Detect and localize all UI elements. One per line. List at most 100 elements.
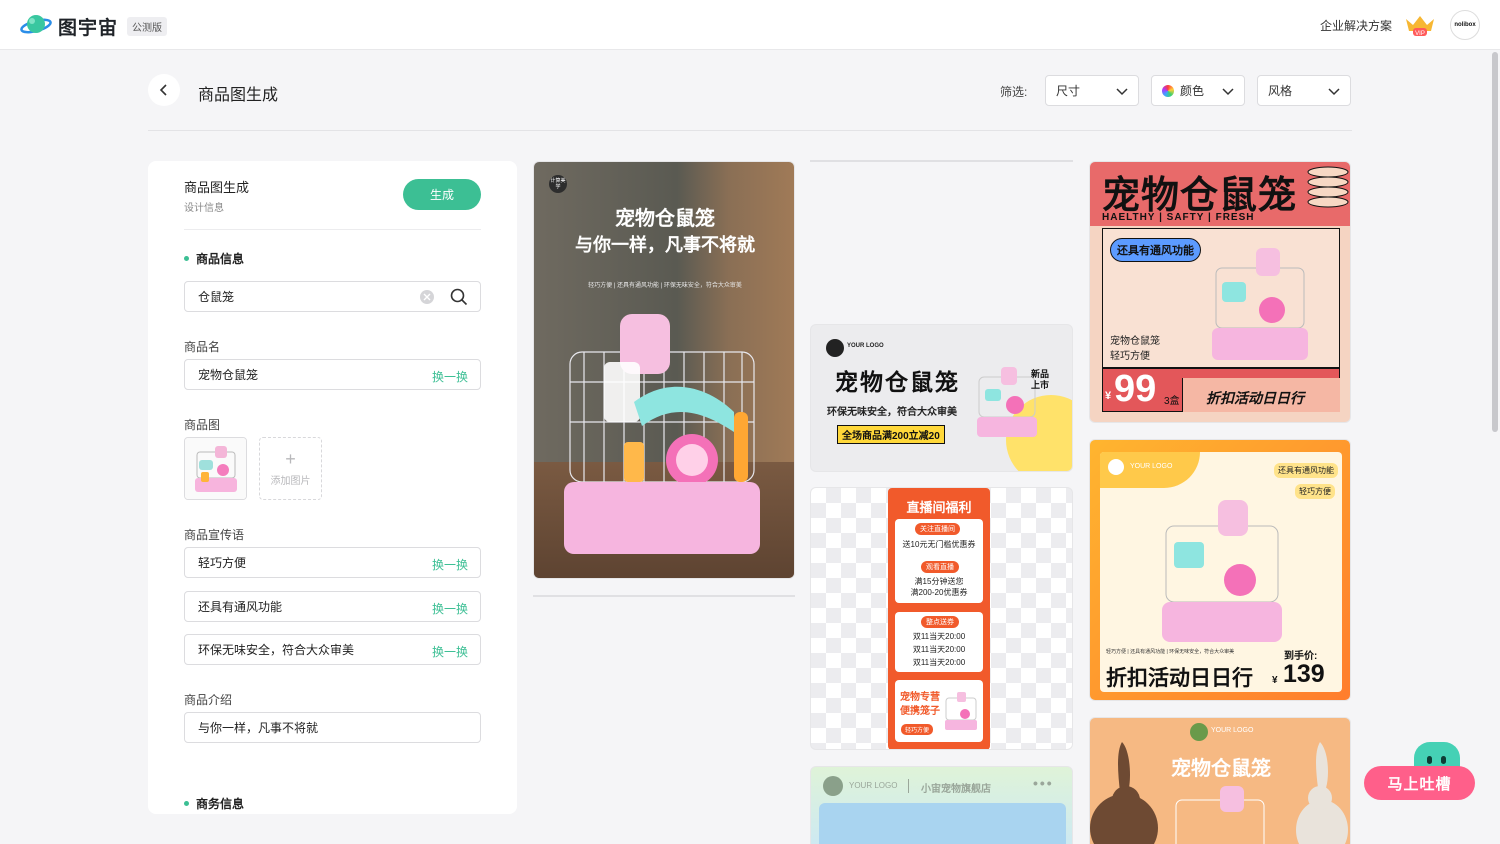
slogan-label: 商品宣传语	[184, 528, 245, 542]
slogan-value-2: 还具有通风功能	[198, 600, 283, 614]
card1-tagline: 轻巧方便 | 还具有通风功能 | 环保无味安全，符合大众审美	[588, 283, 742, 289]
product-search-input[interactable]: 仓鼠笼	[184, 281, 481, 312]
card3-tag1: 关注直播间	[915, 523, 960, 535]
chevron-down-icon	[1328, 88, 1340, 96]
enterprise-solutions-link[interactable]: 企业解决方案	[1320, 17, 1392, 34]
result-card-5[interactable]: 宠物仓鼠笼 HAELTHY | SAFTY | FRESH 还具有通风功能 宠物…	[1089, 161, 1351, 423]
size-filter-value: 尺寸	[1056, 84, 1081, 98]
card3-text2b: 满200-20优惠券	[910, 588, 968, 597]
beta-badge: 公测版	[127, 17, 167, 36]
style-filter-select[interactable]: 风格	[1257, 75, 1351, 106]
add-image-button[interactable]: + 添加图片	[259, 437, 322, 500]
card2-promo: 全场商品满200立减20	[837, 425, 945, 444]
card3-promo2: 便携笼子	[900, 706, 940, 717]
logo-circle-icon	[1108, 459, 1124, 475]
logo-circle-icon	[823, 776, 843, 796]
app-logo-text[interactable]: 图宇宙	[58, 13, 118, 40]
size-filter-select[interactable]: 尺寸	[1045, 75, 1139, 106]
card5-tagline: HAELTHY | SAFTY | FRESH	[1102, 212, 1255, 223]
clear-icon[interactable]	[420, 290, 434, 304]
swap-slogan-2-button[interactable]: 换一换	[432, 600, 468, 617]
card5-title: 宠物仓鼠笼	[1102, 175, 1298, 217]
panel-title: 商品图生成	[184, 180, 250, 195]
plus-icon: +	[285, 449, 296, 469]
result-card-3[interactable]: 直播间福利 关注直播间 送10元无门槛优惠券 观看直播 满15分钟送您 满200…	[810, 487, 1073, 750]
header-divider	[148, 130, 1352, 131]
result-card-7[interactable]: YOUR LOGO 宠物仓鼠笼	[1089, 717, 1351, 844]
page-scrollbar[interactable]	[1492, 52, 1498, 432]
slogan-input-3[interactable]: 环保无味安全，符合大众审美 换一换	[184, 634, 481, 665]
card5-unit: 3盒	[1164, 396, 1180, 407]
card5-price: 99	[1114, 368, 1157, 410]
bot-eye-right	[1441, 756, 1446, 764]
section-business-info: 商务信息	[184, 795, 244, 812]
product-image-thumbnail[interactable]	[184, 437, 247, 500]
card6-small: 轻巧方便 | 还具有通风功能 | 环保无味安全，符合大众审美	[1106, 649, 1235, 655]
swap-slogan-3-button[interactable]: 换一换	[432, 643, 468, 660]
card2-subtitle: 环保无味安全，符合大众审美	[827, 407, 957, 418]
card6-tag1: 还具有通风功能	[1274, 463, 1338, 478]
planet-logo-icon[interactable]	[20, 11, 52, 39]
card3-text2a: 满15分钟送您	[914, 577, 964, 586]
color-filter-value: 颜色	[1180, 84, 1205, 98]
generate-button[interactable]: 生成	[403, 179, 481, 210]
more-dots-icon: •••	[1033, 775, 1054, 791]
chevron-down-icon	[1116, 88, 1128, 96]
hamster-cage-image-icon	[564, 314, 760, 554]
vip-crown-icon[interactable]: VIP	[1404, 13, 1436, 37]
chevron-left-icon	[159, 84, 167, 96]
card3-promo-tag: 轻巧方便	[901, 724, 934, 735]
hamster-cage-image-icon	[1212, 248, 1308, 360]
user-avatar[interactable]: nolibox	[1450, 10, 1480, 40]
card5-currency: ¥	[1105, 390, 1112, 402]
swap-name-button[interactable]: 换一换	[432, 368, 468, 385]
card5-text1: 宠物仓鼠笼	[1110, 336, 1160, 347]
stacked-bowl-icon	[1307, 166, 1349, 208]
card4-store: 小宙宠物旗舰店	[921, 784, 991, 795]
card4-photo-area	[819, 803, 1066, 844]
section-product-info: 商品信息	[184, 250, 244, 267]
card2-title: 宠物仓鼠笼	[835, 369, 960, 395]
color-wheel-icon	[1162, 84, 1174, 97]
color-filter-select[interactable]: 颜色	[1151, 75, 1245, 106]
card4-logo: YOUR LOGO	[849, 781, 898, 790]
card2-logo: YOUR LOGO	[847, 343, 884, 349]
card2-burst: 新品上市	[1031, 369, 1050, 390]
panel-divider	[184, 229, 481, 230]
card4-divider	[908, 779, 909, 793]
card7-logo: YOUR LOGO	[1211, 727, 1254, 734]
logo-circle-icon	[1190, 723, 1208, 741]
card1-title1: 宠物仓鼠笼	[615, 208, 715, 230]
section-business-label: 商务信息	[196, 797, 245, 811]
feedback-button[interactable]: 马上吐槽	[1364, 766, 1475, 800]
product-name-value: 宠物仓鼠笼	[198, 368, 259, 382]
card5-sale: 折扣活动日日行	[1206, 390, 1304, 406]
card3-time-1: 双11当天20:00	[912, 632, 966, 641]
card5-bubble: 还具有通风功能	[1110, 238, 1201, 262]
chevron-down-icon	[1222, 88, 1234, 96]
section-product-label: 商品信息	[196, 252, 245, 266]
result-card-6[interactable]: YOUR LOGO 还具有通风功能 轻巧方便 轻巧方便 | 还具有通风功能 | …	[1089, 439, 1351, 701]
card3-time-2: 双11当天20:00	[912, 645, 966, 654]
result-card-4[interactable]: YOUR LOGO 小宙宠物旗舰店 •••	[810, 766, 1073, 844]
slogan-input-2[interactable]: 还具有通风功能 换一换	[184, 591, 481, 622]
hamster-cage-image-icon	[1175, 786, 1265, 844]
product-name-input[interactable]: 宠物仓鼠笼 换一换	[184, 359, 481, 390]
slogan-value-3: 环保无味安全，符合大众审美	[198, 643, 355, 657]
style-filter-value: 风格	[1268, 84, 1293, 98]
brown-rabbit-icon	[1090, 742, 1158, 844]
search-icon[interactable]	[450, 288, 468, 306]
result-card-2[interactable]: YOUR LOGO 宠物仓鼠笼 环保无味安全，符合大众审美 全场商品满200立减…	[810, 324, 1073, 472]
card5-text2: 轻巧方便	[1110, 351, 1150, 362]
card6-price: 139	[1283, 660, 1325, 688]
card3-tag2: 观看直播	[921, 561, 959, 573]
swap-slogan-1-button[interactable]: 换一换	[432, 556, 468, 573]
back-button[interactable]	[148, 74, 180, 106]
card6-logo: YOUR LOGO	[1130, 463, 1173, 470]
result-card-1[interactable]: 计算美学 宠物仓鼠笼 与你一样，凡事不将就 轻巧方便 | 还具有通风功能 | 环…	[533, 161, 795, 579]
slogan-value-1: 轻巧方便	[198, 556, 247, 570]
slogan-input-1[interactable]: 轻巧方便 换一换	[184, 547, 481, 578]
product-intro-input[interactable]: 与你一样，凡事不将就	[184, 712, 481, 743]
card6-currency: ¥	[1272, 675, 1278, 686]
section-dot-icon	[184, 256, 189, 261]
